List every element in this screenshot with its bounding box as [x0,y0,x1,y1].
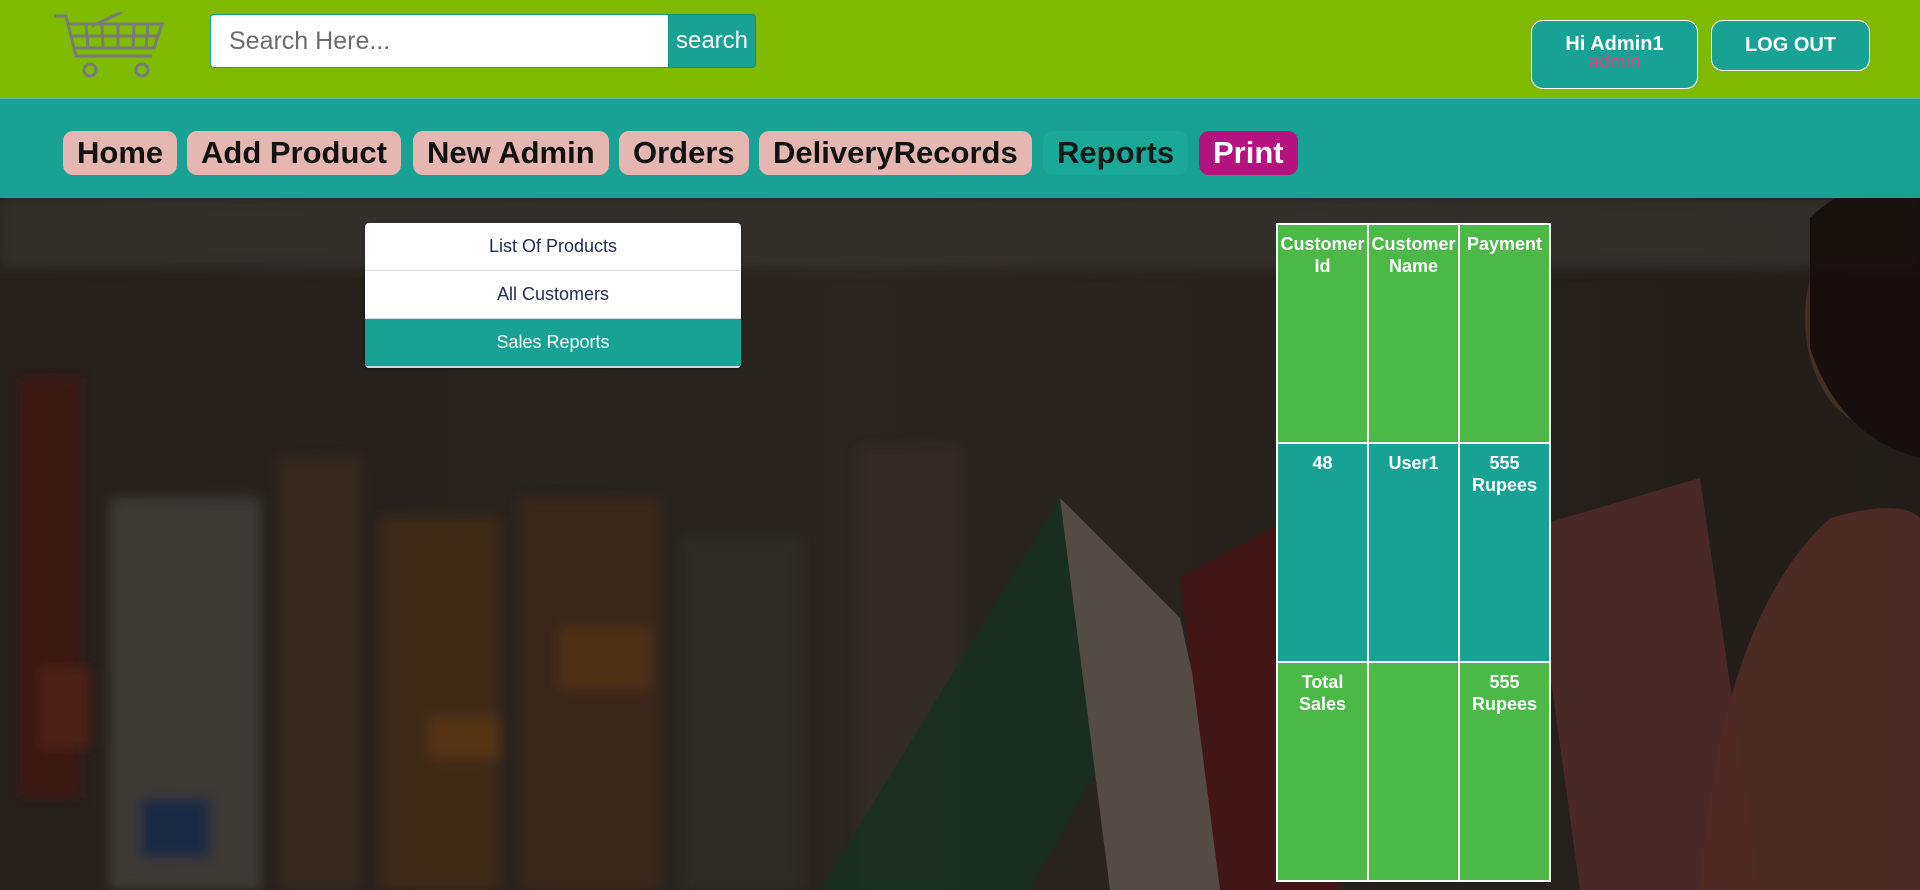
cell-customer-id: 48 [1276,442,1369,663]
header-payment: Payment [1458,223,1551,444]
search-button[interactable]: search [668,14,756,68]
report-sales-reports[interactable]: Sales Reports [365,319,741,368]
cell-total-label: Total Sales [1276,661,1369,882]
logout-button[interactable]: LOG OUT [1711,20,1870,71]
cell-payment: 555 Rupees [1458,442,1551,663]
shopping-cart-icon[interactable] [52,12,166,80]
header-customer-id: Customer Id [1276,223,1369,444]
top-header: search Hi Admin1 admin LOG OUT [0,0,1920,98]
user-role: admin [1588,52,1641,73]
main-nav: Home Add Product New Admin Orders Delive… [0,98,1920,198]
nav-delivery-records[interactable]: DeliveryRecords [759,131,1032,175]
search-input[interactable] [210,14,668,68]
cell-total-empty [1367,661,1460,882]
search-bar: search [210,14,756,68]
nav-print[interactable]: Print [1199,131,1298,175]
nav-add-product[interactable]: Add Product [187,131,401,175]
background-image [0,198,1920,890]
cell-total-value: 555 Rupees [1458,661,1551,882]
table-total-row: Total Sales 555 Rupees [1276,661,1551,882]
table-header-row: Customer Id Customer Name Payment [1276,223,1551,444]
reports-dropdown: List Of Products All Customers Sales Rep… [365,223,741,368]
report-all-customers[interactable]: All Customers [365,271,741,319]
header-customer-name: Customer Name [1367,223,1460,444]
user-greeting: Hi Admin1 [1565,33,1664,55]
table-row: 48 User1 555 Rupees [1276,442,1551,663]
user-greeting-box[interactable]: Hi Admin1 admin [1531,20,1698,89]
nav-orders[interactable]: Orders [619,131,749,175]
nav-new-admin[interactable]: New Admin [413,131,609,175]
report-list-of-products[interactable]: List Of Products [365,223,741,271]
nav-home[interactable]: Home [63,131,178,175]
sales-report-table: Customer Id Customer Name Payment 48 Use… [1276,223,1551,882]
cell-customer-name: User1 [1367,442,1460,663]
nav-reports[interactable]: Reports [1043,131,1189,175]
